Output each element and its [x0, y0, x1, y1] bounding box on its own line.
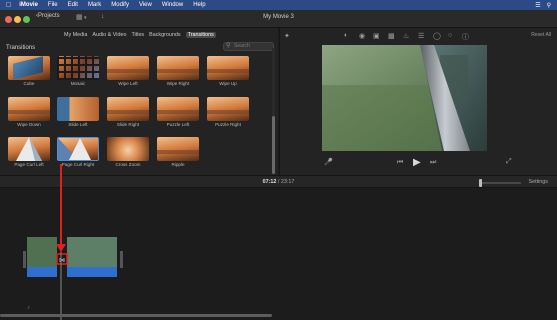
clip-trim-handle-right[interactable] [120, 251, 123, 268]
speed-icon[interactable]: ◯ [433, 32, 441, 40]
volume-icon[interactable]: ♨ [403, 32, 409, 40]
timeline-canvas: ⋈ ♪ [0, 191, 272, 320]
transition-label: Puzzle Right [215, 122, 241, 127]
menu-modify[interactable]: Modify [111, 2, 129, 8]
search-menu-icon[interactable]: ⚲ [547, 2, 551, 9]
menu-help[interactable]: Help [193, 2, 205, 8]
color-correction-icon[interactable]: ◉ [359, 32, 365, 40]
transition-thumb-page-curl-right[interactable] [57, 137, 99, 161]
menu-app[interactable]: iMovie [19, 2, 38, 8]
browser-scrollbar[interactable] [272, 116, 275, 174]
fullscreen-icon[interactable]: ⤢ [506, 158, 512, 166]
search-icon: ⚲ [226, 43, 231, 49]
stabilization-icon[interactable]: ▩ [388, 32, 395, 40]
timeline: ⋈ ♪ [0, 188, 557, 320]
audio-waveform-2 [67, 267, 117, 277]
skip-back-icon[interactable]: ⏮ [397, 159, 403, 167]
transition-thumb-wipe-left[interactable] [107, 56, 149, 80]
transition-thumb-slide-left[interactable] [57, 97, 99, 121]
transition-thumb-slide-right[interactable] [107, 97, 149, 121]
search-input[interactable]: ⚲ Search [223, 42, 274, 51]
tab-audio-video[interactable]: Audio & Video [92, 32, 126, 38]
transition-label: Slide Left [68, 122, 88, 127]
tab-transitions[interactable]: Transitions [185, 32, 216, 38]
reset-all-button[interactable]: Reset All [531, 32, 551, 38]
transition-thumb-cross-zoom[interactable] [107, 137, 149, 161]
transition-label: Wipe Down [17, 122, 41, 127]
apple-icon[interactable]:  [6, 2, 11, 9]
color-balance-icon[interactable]: ◐ [344, 32, 348, 39]
info-icon[interactable]: ⓘ [462, 32, 469, 42]
filter-icon[interactable]: ○ [448, 32, 452, 39]
section-title: Transitions [6, 45, 36, 51]
magic-wand-icon[interactable]: ✦ [284, 32, 290, 40]
transition-label: Cross Zoom [115, 162, 141, 167]
audio-track-icon: ♪ [27, 305, 30, 311]
tab-titles[interactable]: Titles [131, 32, 144, 38]
transition-label: Page Curl Left [14, 162, 44, 167]
transition-thumb-puzzle-left[interactable] [157, 97, 199, 121]
settings-button[interactable]: Settings [529, 179, 548, 185]
menu-mark[interactable]: Mark [88, 2, 101, 8]
transition-thumb-ripple[interactable] [157, 137, 199, 161]
transition-thumb-cube[interactable] [8, 56, 50, 80]
video-preview [322, 45, 487, 151]
timeline-header: 07:12 / 23:17 Settings [0, 175, 557, 188]
menu-file[interactable]: File [48, 2, 58, 8]
transition-label: Wipe Right [166, 81, 190, 86]
search-placeholder: Search [234, 43, 250, 49]
transition-label: Cube [23, 81, 35, 86]
window-title: My Movie 3 [263, 14, 294, 20]
audio-waveform-1 [27, 267, 57, 277]
noise-reduction-icon[interactable]: ☰ [418, 32, 424, 40]
transition-label: Ripple [171, 162, 185, 167]
tab-my-media[interactable]: My Media [64, 32, 87, 38]
current-time: 07:12 [262, 179, 277, 185]
transition-thumb-wipe-right[interactable] [157, 56, 199, 80]
tab-backgrounds[interactable]: Backgrounds [149, 32, 180, 38]
transition-thumb-page-curl-left[interactable] [8, 137, 50, 161]
timecode: 07:12 / 23:17 [0, 179, 557, 185]
menu-view[interactable]: View [139, 2, 152, 8]
browser-tabs: My Media Audio & Video Titles Background… [64, 32, 216, 38]
transition-label: Puzzle Left [166, 122, 190, 127]
transition-thumb-puzzle-right[interactable] [207, 97, 249, 121]
crop-icon[interactable]: ▣ [373, 32, 380, 40]
time-separator: / [277, 179, 280, 185]
transition-label: Page Curl Right [61, 162, 95, 167]
viewer-pane: ✦ ◐ ◉ ▣ ▩ ♨ ☰ ◯ ○ ⓘ Reset All 🎤 ⏮ ▶ ⏭ ⤢ [279, 28, 557, 175]
preview-frame [322, 45, 487, 151]
transition-label: Slide Right [116, 122, 140, 127]
menu-bar:  iMovie File Edit Mark Modify View Wind… [0, 0, 557, 10]
transition-thumb-wipe-down[interactable] [8, 97, 50, 121]
total-time: 23:17 [280, 179, 295, 185]
transition-label: Wipe Left [118, 81, 138, 86]
transition-label: Mosaic [70, 81, 86, 86]
transition-thumb-wipe-up[interactable] [207, 56, 249, 80]
clip-trim-handle-left[interactable] [23, 251, 26, 268]
menu-edit[interactable]: Edit [68, 2, 78, 8]
zoom-slider[interactable] [477, 179, 522, 187]
menubar-status-area: ☰ ⚲ [535, 0, 551, 10]
transition-label: Wipe Up [219, 81, 237, 86]
transition-marker-icon: ⋈ [59, 258, 65, 264]
control-center-icon[interactable]: ☰ [535, 2, 540, 9]
skip-forward-icon[interactable]: ⏭ [430, 159, 436, 167]
transition-thumb-mosaic[interactable] [57, 56, 99, 80]
play-icon[interactable]: ▶ [413, 157, 421, 168]
microphone-icon[interactable]: 🎤 [324, 158, 333, 166]
menu-window[interactable]: Window [162, 2, 183, 8]
timeline-scrollbar[interactable] [0, 314, 272, 317]
